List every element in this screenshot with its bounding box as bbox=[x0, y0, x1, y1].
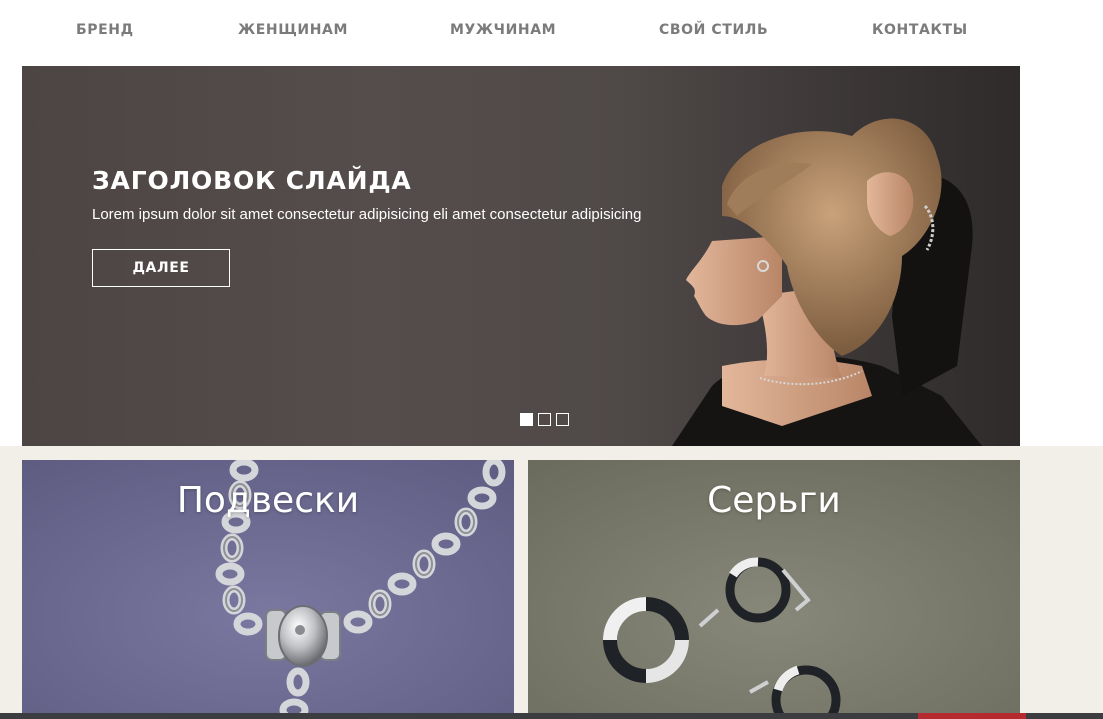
main-nav: БРЕНД ЖЕНЩИНАМ МУЖЧИНАМ СВОЙ СТИЛЬ КОНТА… bbox=[0, 0, 1103, 66]
nav-item-contacts[interactable]: КОНТАКТЫ bbox=[872, 22, 968, 38]
category-title-pendants: Подвески bbox=[176, 480, 360, 521]
hero-title: ЗАГОЛОВОК СЛАЙДА bbox=[92, 166, 412, 195]
nav-item-women[interactable]: ЖЕНЩИНАМ bbox=[238, 22, 348, 38]
category-title-earrings: Серьги bbox=[707, 480, 841, 521]
nav-item-brand[interactable]: БРЕНД bbox=[76, 22, 134, 38]
slider-dot-1[interactable] bbox=[520, 413, 533, 426]
bottom-accent bbox=[918, 713, 1026, 719]
hero-slider: ЗАГОЛОВОК СЛАЙДА Lorem ipsum dolor sit a… bbox=[22, 66, 1020, 446]
slider-dot-2[interactable] bbox=[538, 413, 551, 426]
nav-item-men[interactable]: МУЖЧИНАМ bbox=[450, 22, 556, 38]
category-card-earrings[interactable]: Серьги bbox=[528, 460, 1020, 719]
hero-text-block: ЗАГОЛОВОК СЛАЙДА Lorem ipsum dolor sit a… bbox=[92, 166, 641, 223]
category-card-pendants[interactable]: Подвески bbox=[22, 460, 514, 719]
slider-dot-3[interactable] bbox=[556, 413, 569, 426]
nav-item-own-style[interactable]: СВОЙ СТИЛЬ bbox=[659, 22, 768, 38]
slider-dots bbox=[520, 413, 569, 426]
hero-more-button[interactable]: ДАЛЕЕ bbox=[92, 249, 230, 287]
hero-subtitle: Lorem ipsum dolor sit amet consectetur a… bbox=[92, 206, 642, 223]
